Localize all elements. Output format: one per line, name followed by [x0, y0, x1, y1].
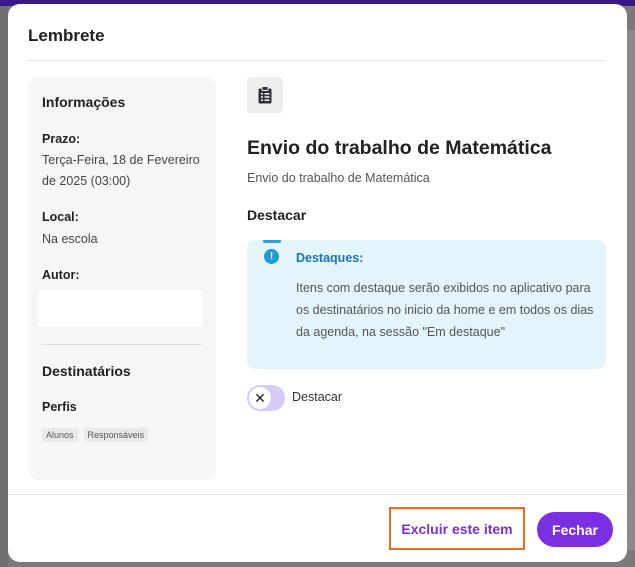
clipboard-icon-box [247, 77, 283, 113]
delete-item-button[interactable]: Excluir este item [389, 507, 525, 550]
deadline-label: Prazo: [42, 132, 81, 146]
info-divider [42, 344, 202, 345]
notice-title: Destaques: [296, 251, 364, 265]
highlight-toggle-label: Destacar [292, 390, 343, 404]
highlight-heading: Destacar [247, 207, 307, 223]
location-label: Local: [42, 210, 79, 224]
background-left-edge [0, 6, 8, 567]
reminder-title: Envio do trabalho de Matemática [247, 137, 552, 159]
reminder-description: Envio do trabalho de Matemática [247, 171, 430, 185]
title-divider [28, 60, 605, 61]
background-right-edge [627, 30, 635, 550]
profile-chip: Responsáveis [83, 428, 149, 442]
footer-divider [8, 494, 627, 495]
close-button[interactable]: Fechar [537, 512, 613, 547]
highlight-notice: ! Destaques: Itens com destaque serão ex… [247, 240, 606, 369]
notice-text: Itens com destaque serão exibidos no apl… [296, 281, 594, 339]
info-panel: Informações Prazo: Terça-Feira, 18 de Fe… [28, 77, 216, 480]
deadline-value: Terça-Feira, 18 de Fevereiro de 2025 (03… [42, 153, 200, 188]
author-value [38, 290, 203, 327]
info-heading: Informações [42, 94, 126, 110]
author-label: Autor: [42, 268, 80, 282]
exclamation-circle-icon: ! [264, 249, 279, 264]
profiles-list: Alunos Responsáveis [42, 428, 149, 442]
reminder-modal: Lembrete Informações Prazo: Terça-Feira,… [8, 4, 627, 562]
x-icon: ✕ [249, 387, 271, 409]
profiles-label: Perfis [42, 400, 77, 414]
highlight-toggle[interactable]: ✕ [247, 385, 285, 411]
modal-title: Lembrete [28, 26, 105, 45]
clipboard-icon [258, 86, 272, 104]
profile-chip: Alunos [42, 428, 78, 442]
recipients-heading: Destinatários [42, 363, 131, 379]
notice-accent-tab [263, 240, 281, 243]
location-value: Na escola [42, 232, 98, 246]
